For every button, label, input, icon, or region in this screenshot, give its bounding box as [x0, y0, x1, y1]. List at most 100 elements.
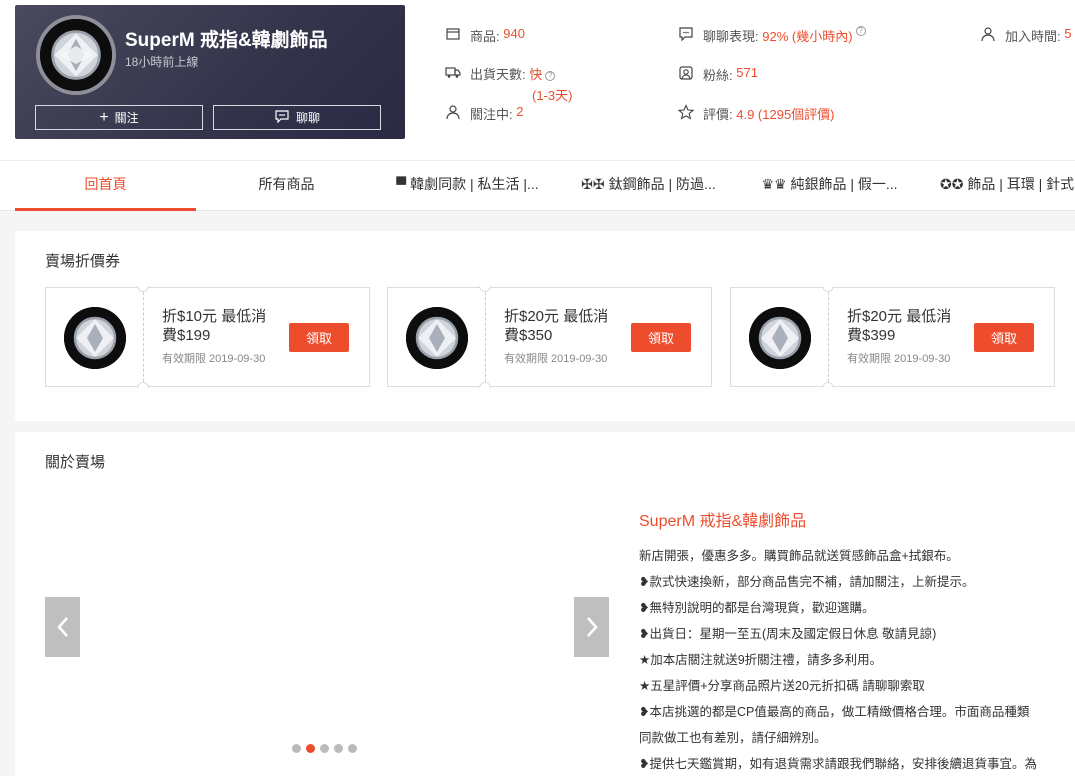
description-line: ❥無特別說明的都是台灣現貨，歡迎選購。	[639, 601, 875, 615]
voucher-terms: 折$10元 最低消 費$199	[162, 307, 277, 345]
carousel-next-button[interactable]	[574, 597, 609, 657]
plus-icon: +	[99, 108, 109, 126]
stat-shipping: 出貨天數: 快? (1-3天)	[445, 64, 572, 104]
voucher-card: 折$10元 最低消 費$199 有效期限 2019-09-30 領取	[45, 286, 370, 388]
voucher-card: 折$20元 最低消 費$350 有效期限 2019-09-30 領取	[387, 286, 712, 388]
user-icon	[445, 104, 461, 120]
shop-name: SuperM 戒指&韓劇飾品	[125, 30, 328, 51]
stat-rating: 評價: 4.9 (1295個評價)	[678, 104, 835, 123]
truck-icon	[445, 64, 461, 80]
voucher-notch	[137, 382, 149, 388]
carousel-dot-active[interactable]	[306, 744, 315, 753]
voucher-notch	[479, 382, 491, 388]
following-label: 關注中:	[470, 107, 513, 122]
description-line: ★五星評價+分享商品照片送20元折扣碼 請聊聊索取	[639, 679, 925, 693]
description-line: ❥提供七天鑑賞期，如有退貨需求請跟我們聯絡，安排後續退貨事宜。為	[639, 757, 1037, 771]
tab-korean-drama[interactable]: ▀ 韓劇同款 | 私生活 |...	[377, 161, 558, 211]
products-value: 940	[503, 26, 525, 41]
voucher-minimum: 費$199	[162, 327, 211, 344]
shipping-sub: (1-3天)	[532, 88, 573, 103]
stat-fans: 粉絲: 571	[678, 65, 758, 84]
online-status: 18小時前上線	[125, 55, 199, 69]
carousel-prev-button[interactable]	[45, 597, 80, 657]
voucher-minimum: 費$350	[504, 327, 553, 344]
shop-avatar[interactable]	[36, 15, 116, 95]
claim-voucher-button[interactable]: 領取	[289, 323, 349, 352]
chat-bubble-icon	[274, 109, 290, 126]
chat-label: 聊聊	[295, 111, 320, 125]
diamond-ring-image	[40, 19, 112, 91]
rating-value: 4.9 (1295個評價)	[736, 107, 835, 122]
chat-perf-label: 聊聊表現:	[703, 29, 759, 44]
voucher-section: 賣場折價券 折$10元 最低消 費$199 有效期限 2019-09-30 領取	[15, 231, 1075, 421]
help-icon[interactable]: ?	[545, 70, 556, 81]
shop-tabs: 回首頁 所有商品 ▀ 韓劇同款 | 私生活 |... ✠✠ 鈦鋼飾品 | 防過.…	[0, 160, 1075, 211]
joined-label: 加入時間:	[1005, 29, 1061, 44]
voucher-terms: 折$20元 最低消 費$350	[504, 307, 619, 345]
voucher-info: 折$20元 最低消 費$350 有效期限 2019-09-30 領取	[485, 287, 712, 387]
store-icon	[445, 26, 461, 42]
shop-card: SuperM 戒指&韓劇飾品 18小時前上線 + 關注 聊聊	[15, 5, 405, 139]
description-line: ❥出貨日：星期一至五(周末及國定假日休息 敬請見諒)	[639, 627, 937, 641]
voucher-discount: 折$20元 最低消	[847, 308, 952, 325]
fans-label: 粉絲:	[703, 68, 733, 83]
carousel-dot[interactable]	[292, 744, 301, 753]
voucher-expiry: 有效期限 2019-09-30	[847, 353, 951, 365]
about-section: 關於賣場 SuperM 戒指&韓劇飾品 新店開張，優惠多多。購買飾品就送質感飾品…	[15, 432, 1075, 776]
stat-following: 關注中: 2	[445, 104, 523, 123]
description-title: SuperM 戒指&韓劇飾品	[639, 513, 807, 530]
claim-voucher-button[interactable]: 領取	[974, 323, 1034, 352]
voucher-card: 折$20元 最低消 費$399 有效期限 2019-09-30 領取	[730, 286, 1055, 388]
description-line: 新店開張，優惠多多。購買飾品就送質感飾品盒+拭銀布。	[639, 549, 959, 563]
user-icon	[980, 26, 996, 42]
voucher-info: 折$20元 最低消 費$399 有效期限 2019-09-30 領取	[828, 287, 1055, 387]
image-carousel	[45, 492, 609, 762]
about-section-title: 關於賣場	[45, 454, 106, 471]
shipping-label: 出貨天數:	[470, 67, 526, 82]
fans-icon	[678, 65, 694, 81]
joined-value: 5	[1064, 26, 1072, 41]
diamond-ring-image	[64, 307, 126, 369]
chevron-right-icon	[586, 617, 598, 637]
chat-perf-value: 92% (幾小時內)	[762, 29, 853, 44]
tab-earrings[interactable]: ✪✪ 飾品 | 耳環 | 針式	[920, 161, 1075, 211]
products-label: 商品:	[470, 29, 500, 44]
voucher-info: 折$10元 最低消 費$199 有效期限 2019-09-30 領取	[143, 287, 370, 387]
fans-value: 571	[736, 65, 758, 80]
voucher-discount: 折$20元 最低消	[504, 308, 609, 325]
rating-label: 評價:	[703, 107, 733, 122]
carousel-dot[interactable]	[348, 744, 357, 753]
voucher-discount: 折$10元 最低消	[162, 308, 267, 325]
stat-joined: 加入時間: 5	[980, 26, 1071, 45]
voucher-notch	[822, 382, 834, 388]
tab-titanium-steel[interactable]: ✠✠ 鈦鋼飾品 | 防過...	[558, 161, 739, 211]
description-line: ❥款式快速換新，部分商品售完不補，請加關注，上新提示。	[639, 575, 975, 589]
voucher-expiry: 有效期限 2019-09-30	[162, 353, 266, 365]
shop-header: SuperM 戒指&韓劇飾品 18小時前上線 + 關注 聊聊 商品: 940 出…	[0, 0, 1075, 160]
stat-products: 商品: 940	[445, 26, 525, 45]
description-line: 同款做工也有差別，請仔細辨別。	[639, 731, 827, 745]
follow-label: 關注	[114, 111, 139, 125]
shop-description: SuperM 戒指&韓劇飾品 新店開張，優惠多多。購買飾品就送質感飾品盒+拭銀布…	[639, 507, 1075, 776]
voucher-terms: 折$20元 最低消 費$399	[847, 307, 962, 345]
help-icon[interactable]: ?	[855, 26, 866, 36]
carousel-dot[interactable]	[320, 744, 329, 753]
description-line: ★加本店關注就送9折關注禮，請多多利用。	[639, 653, 883, 667]
carousel-dot[interactable]	[334, 744, 343, 753]
voucher-image-area	[730, 287, 828, 387]
following-value: 2	[516, 104, 524, 119]
carousel-dots	[292, 744, 357, 753]
diamond-ring-image	[406, 307, 468, 369]
stat-chat-performance: 聊聊表現: 92% (幾小時內)?	[678, 26, 866, 45]
tab-all-products[interactable]: 所有商品	[196, 161, 377, 211]
tab-sterling-silver[interactable]: ♛♛ 純銀飾品 | 假一...	[739, 161, 920, 211]
chat-icon	[678, 26, 694, 42]
voucher-expiry: 有效期限 2019-09-30	[504, 353, 608, 365]
tab-home[interactable]: 回首頁	[15, 161, 196, 211]
chat-button[interactable]: 聊聊	[213, 105, 381, 130]
voucher-minimum: 費$399	[847, 327, 896, 344]
claim-voucher-button[interactable]: 領取	[631, 323, 691, 352]
voucher-image-area	[387, 287, 485, 387]
voucher-section-title: 賣場折價券	[45, 253, 121, 270]
follow-button[interactable]: + 關注	[35, 105, 203, 130]
